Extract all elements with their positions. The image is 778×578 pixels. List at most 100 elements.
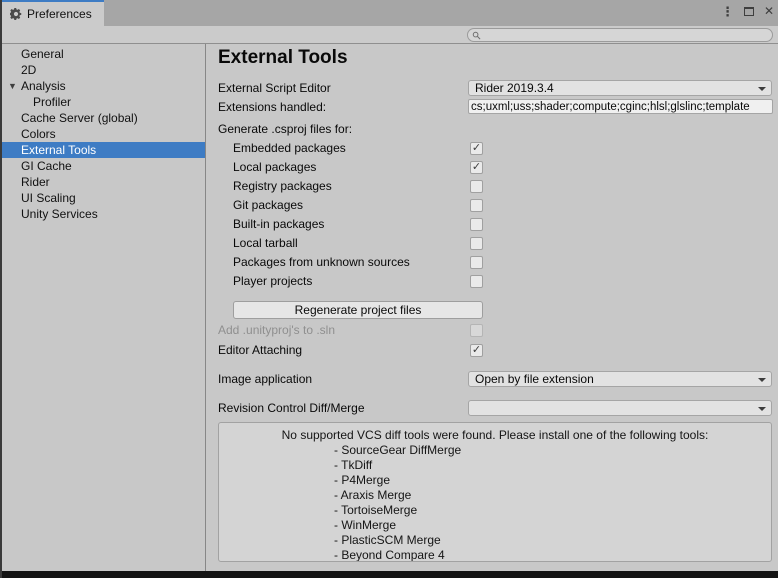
csproj-option-checkbox[interactable]: [470, 256, 483, 269]
toolbar: [2, 26, 778, 44]
vcs-helpbox: No supported VCS diff tools were found. …: [218, 422, 772, 562]
csproj-option-label: Local packages: [233, 160, 316, 174]
sidebar-item-label: Cache Server (global): [21, 111, 138, 125]
sidebar-item-label: Colors: [21, 127, 56, 141]
unityproj-row: Add .unityproj's to .sln: [218, 323, 772, 337]
vcs-tool-item: - WinMerge: [219, 518, 771, 533]
menu-icon[interactable]: ⋮: [721, 5, 734, 18]
tab-title: Preferences: [27, 7, 92, 21]
vcs-tool-list: - SourceGear DiffMerge- TkDiff- P4Merge-…: [219, 443, 771, 562]
csproj-option-checkbox[interactable]: ✓: [470, 142, 483, 155]
revision-control-label: Revision Control Diff/Merge: [218, 401, 365, 415]
sidebar-item-label: External Tools: [21, 143, 96, 157]
editor-attaching-checkbox[interactable]: ✓: [470, 344, 483, 357]
preferences-window: Preferences ⋮ ✕ General 2D ▼ AnalysisProfil…: [0, 0, 778, 578]
csproj-option-checkbox[interactable]: [470, 199, 483, 212]
dropdown-arrow-icon: [758, 378, 766, 382]
csproj-option-label: Player projects: [233, 274, 312, 288]
csproj-option-row: Packages from unknown sources: [218, 255, 772, 269]
sidebar-item-ui-scaling[interactable]: UI Scaling: [2, 190, 205, 206]
sidebar-item-label: Unity Services: [21, 207, 98, 221]
sidebar-item-label: 2D: [21, 63, 36, 77]
unityproj-label: Add .unityproj's to .sln: [218, 323, 335, 337]
vcs-tool-item: - P4Merge: [219, 473, 771, 488]
image-application-value: Open by file extension: [475, 372, 594, 386]
script-editor-value: Rider 2019.3.4: [475, 81, 554, 95]
sidebar-item-2d[interactable]: 2D: [2, 62, 205, 78]
sidebar-item-label: Rider: [21, 175, 50, 189]
csproj-option-checkbox[interactable]: [470, 180, 483, 193]
editor-attaching-label: Editor Attaching: [218, 343, 302, 357]
dropdown-arrow-icon: [758, 407, 766, 411]
dropdown-arrow-icon: [758, 87, 766, 91]
vcs-tool-item: - PlasticSCM Merge: [219, 533, 771, 548]
regenerate-button[interactable]: Regenerate project files: [233, 301, 483, 319]
page-title: External Tools: [218, 46, 778, 70]
script-editor-label: External Script Editor: [218, 81, 331, 95]
window-controls: ⋮ ✕: [721, 0, 774, 22]
sidebar-item-cache-server-global[interactable]: Cache Server (global): [2, 110, 205, 126]
search-box[interactable]: [467, 28, 773, 42]
sidebar-item-gi-cache[interactable]: GI Cache: [2, 158, 205, 174]
extensions-label: Extensions handled:: [218, 100, 326, 114]
vcs-tool-item: - SourceGear DiffMerge: [219, 443, 771, 458]
csproj-option-row: Embedded packages ✓: [218, 141, 772, 155]
sidebar-item-label: General: [21, 47, 64, 61]
sidebar-item-general[interactable]: General: [2, 46, 205, 62]
vcs-tool-item: - Beyond Compare 4: [219, 548, 771, 562]
sidebar: General 2D ▼ AnalysisProfilerCache Server (…: [2, 44, 206, 571]
checkmark-icon: ✓: [471, 162, 482, 173]
csproj-option-label: Local tarball: [233, 236, 298, 250]
vcs-tool-item: - TortoiseMerge: [219, 503, 771, 518]
csproj-option-row: Player projects: [218, 274, 772, 288]
window-bottom-frame: [2, 571, 778, 578]
sidebar-item-external-tools[interactable]: External Tools: [2, 142, 205, 158]
editor-attaching-row: Editor Attaching ✓: [218, 343, 772, 357]
csproj-option-row: Built-in packages: [218, 217, 772, 231]
gear-icon: [10, 8, 22, 20]
sidebar-item-profiler[interactable]: Profiler: [2, 94, 205, 110]
search-input[interactable]: [483, 30, 772, 41]
close-icon[interactable]: ✕: [764, 5, 774, 17]
csproj-label: Generate .csproj files for:: [218, 122, 352, 136]
extensions-row: Extensions handled:: [218, 99, 772, 115]
script-editor-row: External Script Editor Rider 2019.3.4: [218, 80, 772, 96]
csproj-option-checkbox[interactable]: [470, 237, 483, 250]
sidebar-item-label: Analysis: [21, 79, 66, 93]
search-icon: [472, 31, 481, 40]
csproj-option-checkbox[interactable]: [470, 275, 483, 288]
revision-control-dropdown[interactable]: [468, 400, 772, 416]
sidebar-item-colors[interactable]: Colors: [2, 126, 205, 142]
tab-preferences[interactable]: Preferences: [2, 0, 104, 26]
checkmark-icon: ✓: [471, 345, 482, 356]
image-application-row: Image application Open by file extension: [218, 371, 772, 387]
vcs-tool-item: - TkDiff: [219, 458, 771, 473]
csproj-option-row: Registry packages: [218, 179, 772, 193]
csproj-option-label: Built-in packages: [233, 217, 324, 231]
csproj-option-label: Packages from unknown sources: [233, 255, 410, 269]
script-editor-dropdown[interactable]: Rider 2019.3.4: [468, 80, 772, 96]
csproj-option-row: Local packages ✓: [218, 160, 772, 174]
csproj-option-row: Local tarball: [218, 236, 772, 250]
vcs-tool-item: - Araxis Merge: [219, 488, 771, 503]
image-application-label: Image application: [218, 372, 312, 386]
csproj-option-checkbox[interactable]: [470, 218, 483, 231]
csproj-option-checkbox[interactable]: ✓: [470, 161, 483, 174]
settings-panel: External Tools External Script Editor Ri…: [206, 44, 778, 571]
image-application-dropdown[interactable]: Open by file extension: [468, 371, 772, 387]
sidebar-item-label: GI Cache: [21, 159, 72, 173]
csproj-option-label: Git packages: [233, 198, 303, 212]
checkmark-icon: ✓: [471, 143, 482, 154]
extensions-input[interactable]: [468, 99, 773, 114]
foldout-arrow-icon[interactable]: ▼: [8, 78, 17, 94]
sidebar-item-label: UI Scaling: [21, 191, 76, 205]
sidebar-item-rider[interactable]: Rider: [2, 174, 205, 190]
revision-control-row: Revision Control Diff/Merge: [218, 400, 772, 416]
unityproj-checkbox: [470, 324, 483, 337]
maximize-icon[interactable]: [744, 7, 754, 16]
sidebar-item-analysis[interactable]: ▼ Analysis: [2, 78, 205, 94]
csproj-header-row: Generate .csproj files for:: [218, 122, 772, 136]
sidebar-item-unity-services[interactable]: Unity Services: [2, 206, 205, 222]
csproj-option-row: Git packages: [218, 198, 772, 212]
csproj-options: Embedded packages ✓ Local packages ✓ Reg…: [206, 141, 778, 288]
